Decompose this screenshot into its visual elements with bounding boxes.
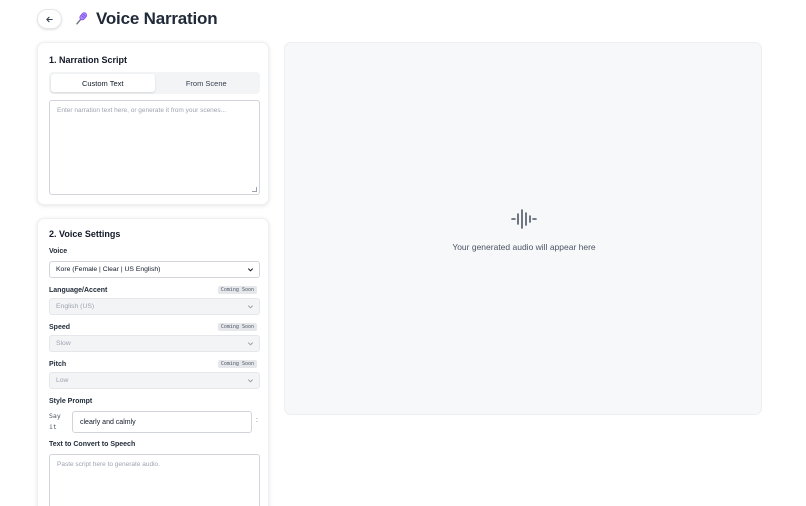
tts-label: Text to Convert to Speech <box>49 441 136 448</box>
pitch-select-value: Low <box>56 377 69 384</box>
narration-textarea[interactable]: Enter narration text here, or generate i… <box>49 100 260 195</box>
voice-narration-page: Voice Narration 1. Narration Script Cust… <box>0 0 806 506</box>
voice-select-value: Kore (Female | Clear | US English) <box>56 266 161 273</box>
microphone-icon <box>72 10 90 28</box>
narration-placeholder: Enter narration text here, or generate i… <box>57 107 227 114</box>
narration-script-title: 1. Narration Script <box>49 55 128 65</box>
chevron-down-icon <box>247 342 254 346</box>
speed-select-value: Slow <box>56 340 71 347</box>
language-label: Language/Accent <box>49 287 108 294</box>
pitch-label: Pitch <box>49 361 67 368</box>
speed-label: Speed <box>49 324 71 331</box>
empty-state-text: Your generated audio will appear here <box>452 242 596 252</box>
tts-placeholder: Paste script here to generate audio. <box>57 461 160 468</box>
chevron-down-icon <box>247 268 254 272</box>
audio-output-panel: Your generated audio will appear here <box>284 42 762 415</box>
narration-script-card: 1. Narration Script Custom Text From Sce… <box>37 42 269 205</box>
style-prompt-label: Style Prompt <box>49 398 93 405</box>
page-title: Voice Narration <box>96 9 218 28</box>
style-prompt-input[interactable]: clearly and calmly <box>72 411 252 433</box>
chevron-down-icon <box>247 379 254 383</box>
voice-label: Voice <box>49 248 68 255</box>
style-prompt-value: clearly and calmly <box>80 418 136 426</box>
tts-textarea[interactable]: Paste script here to generate audio. <box>49 454 260 506</box>
coming-soon-badge: Coming Soon <box>217 360 257 368</box>
style-prompt-prefix: Say it <box>49 412 61 431</box>
page-header: Voice Narration <box>37 7 218 31</box>
language-select: English (US) <box>49 298 260 315</box>
style-prompt-suffix: : <box>256 417 258 424</box>
chevron-down-icon <box>247 305 254 309</box>
resize-handle[interactable] <box>252 187 257 192</box>
voice-settings-title: 2. Voice Settings <box>49 229 121 239</box>
arrow-left-icon <box>46 16 53 22</box>
audio-waveform-icon <box>511 209 537 229</box>
tab-custom-text[interactable]: Custom Text <box>51 74 155 92</box>
voice-select[interactable]: Kore (Female | Clear | US English) <box>49 261 260 278</box>
pitch-select: Low <box>49 372 260 389</box>
voice-settings-card: 2. Voice Settings Voice Kore (Female | C… <box>37 218 269 506</box>
speed-select: Slow <box>49 335 260 352</box>
coming-soon-badge: Coming Soon <box>217 286 257 294</box>
tab-from-scene[interactable]: From Scene <box>155 74 259 92</box>
script-source-tabs: Custom Text From Scene <box>49 72 260 94</box>
coming-soon-badge: Coming Soon <box>217 323 257 331</box>
language-select-value: English (US) <box>56 303 95 310</box>
back-button[interactable] <box>37 9 62 29</box>
